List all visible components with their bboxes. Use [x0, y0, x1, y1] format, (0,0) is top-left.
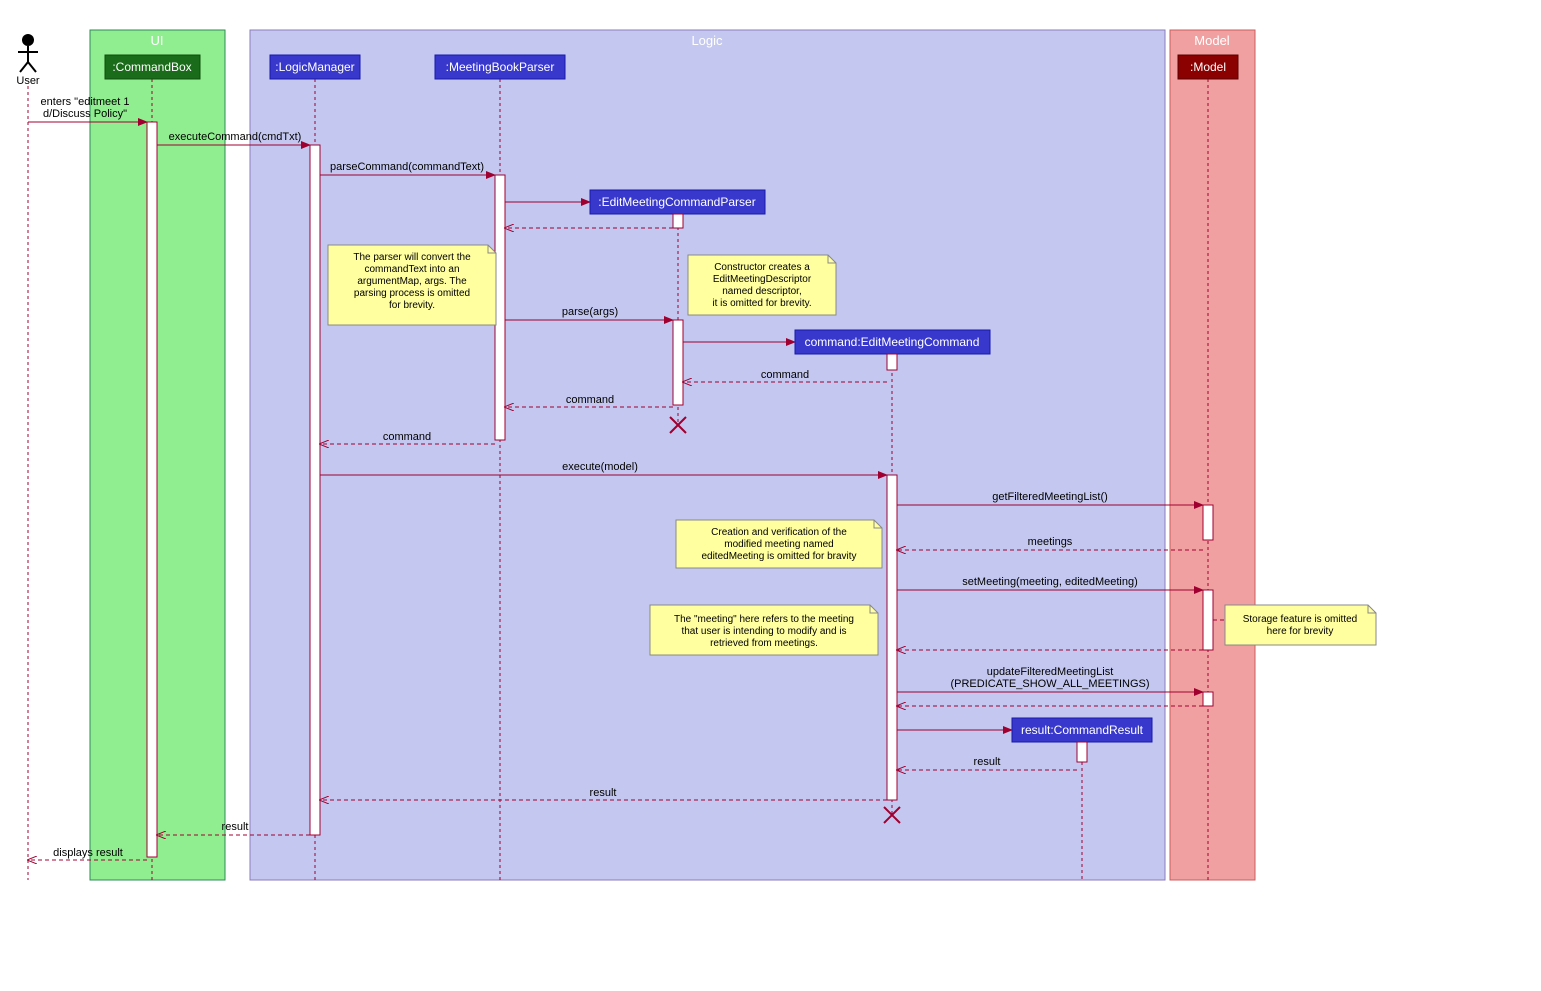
- note-parser: The parser will convert the commandText …: [328, 245, 496, 325]
- svg-text:displays result: displays result: [53, 847, 123, 859]
- svg-text:for brevity.: for brevity.: [389, 300, 435, 311]
- svg-text:User: User: [16, 75, 40, 87]
- svg-text::CommandBox: :CommandBox: [112, 60, 191, 74]
- svg-text:here for brevity: here for brevity: [1267, 626, 1334, 637]
- note-constructor: Constructor creates a EditMeetingDescrip…: [688, 255, 836, 315]
- svg-text:execute(model): execute(model): [562, 461, 638, 473]
- svg-text:result: result: [222, 821, 249, 833]
- sequence-diagram: UI Logic Model User :CommandBox :LogicMa…: [10, 10, 1390, 890]
- svg-text::MeetingBookParser: :MeetingBookParser: [446, 60, 555, 74]
- activation-commandbox: [147, 122, 157, 857]
- svg-text:commandText into an: commandText into an: [364, 264, 459, 275]
- svg-text:d/Discuss Policy": d/Discuss Policy": [43, 108, 127, 120]
- svg-text:updateFilteredMeetingList: updateFilteredMeetingList: [987, 666, 1114, 678]
- svg-text:Creation and verification of t: Creation and verification of the: [711, 527, 847, 538]
- svg-text:that user is intending to modi: that user is intending to modify and is: [681, 626, 846, 637]
- svg-text:getFilteredMeetingList(): getFilteredMeetingList(): [992, 491, 1108, 503]
- region-logic: [250, 30, 1165, 880]
- svg-text:argumentMap, args. The: argumentMap, args. The: [357, 276, 467, 287]
- svg-text:retrieved from meetings.: retrieved from meetings.: [710, 638, 818, 649]
- svg-text:result: result: [590, 787, 617, 799]
- svg-text:parsing process is omitted: parsing process is omitted: [354, 288, 470, 299]
- svg-text:executeCommand(cmdTxt): executeCommand(cmdTxt): [169, 131, 302, 143]
- svg-text:command: command: [761, 369, 809, 381]
- svg-text:meetings: meetings: [1028, 536, 1073, 548]
- svg-text:result: result: [974, 756, 1001, 768]
- svg-text:setMeeting(meeting, editedMeet: setMeeting(meeting, editedMeeting): [962, 576, 1137, 588]
- svg-text:Storage feature is omitted: Storage feature is omitted: [1243, 614, 1358, 625]
- svg-text:(PREDICATE_SHOW_ALL_MEETINGS): (PREDICATE_SHOW_ALL_MEETINGS): [950, 678, 1149, 690]
- svg-text::Model: :Model: [1190, 60, 1226, 74]
- svg-text::EditMeetingCommandParser: :EditMeetingCommandParser: [598, 195, 755, 209]
- region-logic-title: Logic: [691, 33, 723, 48]
- region-ui-title: UI: [151, 33, 164, 48]
- svg-text:EditMeetingDescriptor: EditMeetingDescriptor: [713, 274, 812, 285]
- svg-text:enters "editmeet 1: enters "editmeet 1: [41, 96, 130, 108]
- region-model: [1170, 30, 1255, 880]
- svg-text:editedMeeting is omitted for b: editedMeeting is omitted for bravity: [701, 551, 856, 562]
- svg-text:The "meeting" here refers to t: The "meeting" here refers to the meeting: [674, 614, 854, 625]
- svg-text:The parser will convert the: The parser will convert the: [353, 252, 471, 263]
- note-storage: Storage feature is omitted here for brev…: [1225, 605, 1376, 645]
- svg-text:parseCommand(commandText): parseCommand(commandText): [330, 161, 484, 173]
- svg-text:it is omitted for brevity.: it is omitted for brevity.: [712, 298, 811, 309]
- svg-text:modified meeting named: modified meeting named: [724, 539, 834, 550]
- actor-user: User: [16, 34, 40, 87]
- svg-text:command: command: [566, 394, 614, 406]
- svg-text:named descriptor,: named descriptor,: [722, 286, 802, 297]
- svg-text:parse(args): parse(args): [562, 306, 618, 318]
- svg-text:command: command: [383, 431, 431, 443]
- svg-text:Constructor creates a: Constructor creates a: [714, 262, 810, 273]
- region-model-title: Model: [1194, 33, 1230, 48]
- note-meeting: The "meeting" here refers to the meeting…: [650, 605, 878, 655]
- activation-logicmanager: [310, 145, 320, 835]
- svg-text:command:EditMeetingCommand: command:EditMeetingCommand: [805, 335, 980, 349]
- svg-text::LogicManager: :LogicManager: [275, 60, 354, 74]
- svg-text:result:CommandResult: result:CommandResult: [1021, 723, 1144, 737]
- note-creation: Creation and verification of the modifie…: [676, 520, 882, 568]
